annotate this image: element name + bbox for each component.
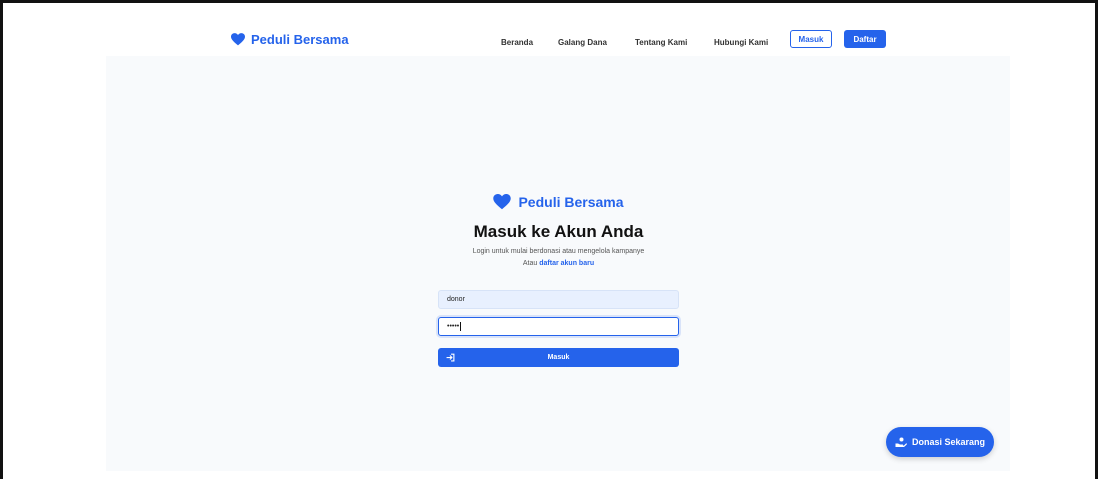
nav-link-tentang-kami[interactable]: Tentang Kami	[635, 38, 687, 47]
register-prompt: Atau daftar akun baru	[438, 260, 679, 267]
text-caret	[460, 322, 462, 331]
donate-now-button[interactable]: Donasi Sekarang	[886, 427, 994, 457]
nav-link-beranda[interactable]: Beranda	[501, 38, 533, 47]
main-content: Peduli Bersama Masuk ke Akun Anda Login …	[106, 56, 1010, 471]
password-input[interactable]: •••••	[438, 317, 679, 336]
login-icon	[446, 353, 455, 362]
nav-link-hubungi-kami[interactable]: Hubungi Kami	[714, 38, 768, 47]
page-title: Masuk ke Akun Anda	[473, 222, 644, 241]
login-card: Peduli Bersama Masuk ke Akun Anda Login …	[438, 194, 679, 367]
register-link[interactable]: daftar akun baru	[539, 260, 594, 267]
password-value: •••••	[447, 323, 460, 330]
brand-logo[interactable]: Peduli Bersama	[231, 32, 349, 47]
login-brand-name: Peduli Bersama	[518, 194, 624, 210]
username-value: donor	[447, 296, 465, 303]
username-input[interactable]: donor	[438, 290, 679, 309]
brand-name: Peduli Bersama	[251, 32, 349, 47]
login-subtitle: Login untuk mulai berdonasi atau mengelo…	[472, 248, 645, 255]
register-prompt-prefix: Atau	[522, 260, 538, 267]
login-submit-button[interactable]: Masuk	[438, 348, 679, 367]
donate-now-label: Donasi Sekarang	[911, 437, 986, 447]
heart-icon	[493, 194, 512, 210]
top-navbar: Peduli Bersama Beranda Galang Dana Tenta…	[106, 25, 1010, 55]
login-brand: Peduli Bersama	[438, 194, 679, 210]
heart-icon	[231, 33, 245, 46]
hand-heart-icon	[895, 437, 907, 447]
nav-login-button[interactable]: Masuk	[790, 30, 832, 48]
nav-register-button[interactable]: Daftar	[844, 30, 886, 48]
login-submit-label: Masuk	[547, 354, 570, 361]
nav-link-galang-dana[interactable]: Galang Dana	[558, 38, 607, 47]
